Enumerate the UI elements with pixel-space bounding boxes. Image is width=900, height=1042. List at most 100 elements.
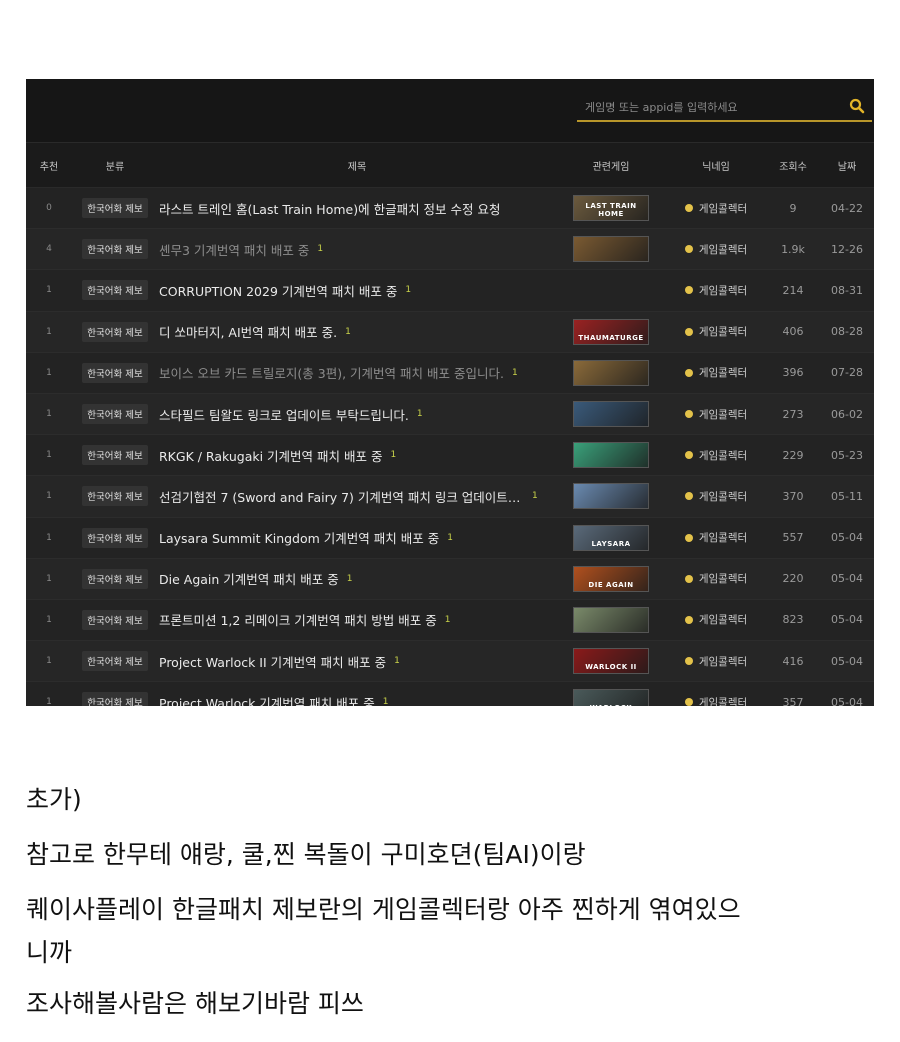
title-cell[interactable]: Project Warlock II 기계번역 패치 배포 중 1 — [158, 652, 556, 671]
table-row[interactable]: 1 한국어화 제보 Project Warlock 기계번역 패치 배포 중 1… — [26, 682, 874, 706]
game-thumbnail[interactable] — [573, 236, 649, 263]
game-thumbnail[interactable]: WARLOCK II — [573, 648, 649, 675]
table-row[interactable]: 1 한국어화 제보 선검기협전 7 (Sword and Fairy 7) 기계… — [26, 476, 874, 518]
title-cell[interactable]: Laysara Summit Kingdom 기계번역 패치 배포 중 1 — [158, 528, 556, 547]
post-title-link[interactable]: CORRUPTION 2029 기계번역 패치 배포 중 — [159, 281, 397, 300]
title-cell[interactable]: 디 쏘마터지, AI번역 패치 배포 중. 1 — [158, 322, 556, 341]
title-cell[interactable]: RKGK / Rakugaki 기계번역 패치 배포 중 1 — [158, 446, 556, 465]
post-title-link[interactable]: 셴무3 기계번역 패치 배포 중 — [159, 240, 309, 259]
author-cell[interactable]: 게임콜렉터 — [666, 654, 766, 669]
title-cell[interactable]: Project Warlock 기계번역 패치 배포 중 1 — [158, 693, 556, 706]
author-nickname[interactable]: 게임콜렉터 — [699, 612, 747, 627]
author-nickname[interactable]: 게임콜렉터 — [699, 571, 747, 586]
category-badge: 한국어화 제보 — [82, 445, 148, 466]
table-row[interactable]: 0 한국어화 제보 라스트 트레인 홈(Last Train Home)에 한글… — [26, 188, 874, 230]
recommend-count: 1 — [46, 532, 52, 543]
author-nickname[interactable]: 게임콜렉터 — [699, 242, 747, 257]
post-date: 05-11 — [831, 489, 863, 503]
author-cell[interactable]: 게임콜렉터 — [666, 530, 766, 545]
recommend-count: 1 — [46, 367, 52, 378]
author-nickname[interactable]: 게임콜렉터 — [699, 201, 747, 216]
post-title-link[interactable]: Project Warlock II 기계번역 패치 배포 중 — [159, 652, 386, 671]
table-row[interactable]: 1 한국어화 제보 Project Warlock II 기계번역 패치 배포 … — [26, 641, 874, 683]
game-thumbnail[interactable]: THAUMATURGE — [573, 318, 649, 345]
author-nickname[interactable]: 게임콜렉터 — [699, 283, 747, 298]
author-cell[interactable]: 게임콜렉터 — [666, 407, 766, 422]
post-title-link[interactable]: Laysara Summit Kingdom 기계번역 패치 배포 중 — [159, 528, 439, 547]
game-search-box — [577, 93, 872, 122]
author-cell[interactable]: 게임콜렉터 — [666, 283, 766, 298]
game-thumbnail[interactable]: LAYSARA — [573, 524, 649, 551]
title-cell[interactable]: Die Again 기계번역 패치 배포 중 1 — [158, 569, 556, 588]
post-title-link[interactable]: RKGK / Rakugaki 기계번역 패치 배포 중 — [159, 446, 382, 465]
title-cell[interactable]: 선검기협전 7 (Sword and Fairy 7) 기계번역 패치 링크 업… — [158, 487, 556, 506]
post-title-link[interactable]: 디 쏘마터지, AI번역 패치 배포 중. — [159, 322, 337, 341]
title-cell[interactable]: 라스트 트레인 홈(Last Train Home)에 한글패치 정보 수정 요… — [158, 199, 556, 218]
header-date[interactable]: 날짜 — [820, 158, 874, 173]
game-thumbnail[interactable] — [573, 483, 649, 510]
author-nickname[interactable]: 게임콜렉터 — [699, 530, 747, 545]
game-thumbnail[interactable] — [573, 442, 649, 469]
title-cell[interactable]: 보이스 오브 카드 트릴로지(총 3편), 기계번역 패치 배포 중입니다. 1 — [158, 363, 556, 382]
table-row[interactable]: 4 한국어화 제보 셴무3 기계번역 패치 배포 중 1 게임콜렉터 1.9k … — [26, 229, 874, 271]
post-title-link[interactable]: 라스트 트레인 홈(Last Train Home)에 한글패치 정보 수정 요… — [159, 199, 501, 218]
title-cell[interactable]: 셴무3 기계번역 패치 배포 중 1 — [158, 240, 556, 259]
post-title-link[interactable]: Project Warlock 기계번역 패치 배포 중 — [159, 693, 375, 706]
comment-line-5: 조사해볼사람은 해보기바람 피쓰 — [26, 989, 364, 1018]
table-row[interactable]: 1 한국어화 제보 Laysara Summit Kingdom 기계번역 패치… — [26, 517, 874, 559]
author-cell[interactable]: 게임콜렉터 — [666, 242, 766, 257]
author-cell[interactable]: 게임콜렉터 — [666, 324, 766, 339]
post-title-link[interactable]: 스타필드 팀왈도 링크로 업데이트 부탁드립니다. — [159, 405, 409, 424]
author-nickname[interactable]: 게임콜렉터 — [699, 407, 747, 422]
recommend-count: 1 — [46, 409, 52, 420]
user-level-icon — [684, 698, 693, 706]
table-row[interactable]: 1 한국어화 제보 RKGK / Rakugaki 기계번역 패치 배포 중 1… — [26, 435, 874, 477]
author-nickname[interactable]: 게임콜렉터 — [699, 448, 747, 463]
table-row[interactable]: 1 한국어화 제보 스타필드 팀왈도 링크로 업데이트 부탁드립니다. 1 게임… — [26, 393, 874, 436]
author-cell[interactable]: 게임콜렉터 — [666, 571, 766, 586]
title-cell[interactable]: 스타필드 팀왈도 링크로 업데이트 부탁드립니다. 1 — [158, 405, 556, 424]
table-row[interactable]: 1 한국어화 제보 Die Again 기계번역 패치 배포 중 1 DIE A… — [26, 558, 874, 600]
recommend-count: 1 — [46, 450, 52, 461]
author-cell[interactable]: 게임콜렉터 — [666, 365, 766, 380]
category-cell: 한국어화 제보 — [72, 527, 158, 548]
game-thumbnail[interactable] — [573, 359, 649, 386]
author-nickname[interactable]: 게임콜렉터 — [699, 654, 747, 669]
search-icon[interactable] — [848, 97, 866, 115]
view-count: 357 — [782, 695, 804, 706]
header-views[interactable]: 조회수 — [766, 158, 820, 173]
table-row[interactable]: 1 한국어화 제보 CORRUPTION 2029 기계번역 패치 배포 중 1… — [26, 270, 874, 312]
author-nickname[interactable]: 게임콜렉터 — [699, 489, 747, 504]
table-row[interactable]: 1 한국어화 제보 보이스 오브 카드 트릴로지(총 3편), 기계번역 패치 … — [26, 352, 874, 394]
user-level-icon — [684, 368, 693, 377]
game-search-input[interactable] — [583, 95, 837, 119]
category-cell: 한국어화 제보 — [72, 321, 158, 342]
author-nickname[interactable]: 게임콜렉터 — [699, 324, 747, 339]
game-thumbnail[interactable]: DIE AGAIN — [573, 565, 649, 592]
game-thumbnail[interactable]: WARLOCK — [573, 689, 649, 706]
table-row[interactable]: 1 한국어화 제보 디 쏘마터지, AI번역 패치 배포 중. 1 THAUMA… — [26, 311, 874, 353]
author-cell[interactable]: 게임콜렉터 — [666, 489, 766, 504]
post-title-link[interactable]: 선검기협전 7 (Sword and Fairy 7) 기계번역 패치 링크 업… — [159, 487, 524, 506]
game-thumbnail[interactable] — [573, 401, 649, 428]
header-recommend[interactable]: 추천 — [26, 158, 72, 173]
recommend-count: 1 — [46, 491, 52, 502]
user-level-icon — [684, 204, 693, 213]
post-title-link[interactable]: Die Again 기계번역 패치 배포 중 — [159, 569, 339, 588]
author-cell[interactable]: 게임콜렉터 — [666, 695, 766, 706]
author-cell[interactable]: 게임콜렉터 — [666, 448, 766, 463]
title-cell[interactable]: CORRUPTION 2029 기계번역 패치 배포 중 1 — [158, 281, 556, 300]
title-cell[interactable]: 프론트미션 1,2 리메이크 기계번역 패치 방법 배포 중 1 — [158, 610, 556, 629]
author-nickname[interactable]: 게임콜렉터 — [699, 365, 747, 380]
category-cell: 한국어화 제보 — [72, 568, 158, 589]
game-thumbnail[interactable]: LAST TRAIN HOME — [573, 195, 649, 222]
author-cell[interactable]: 게임콜렉터 — [666, 201, 766, 216]
author-nickname[interactable]: 게임콜렉터 — [699, 695, 747, 706]
header-nickname: 닉네임 — [702, 161, 730, 173]
table-row[interactable]: 1 한국어화 제보 프론트미션 1,2 리메이크 기계번역 패치 방법 배포 중… — [26, 599, 874, 642]
post-title-link[interactable]: 보이스 오브 카드 트릴로지(총 3편), 기계번역 패치 배포 중입니다. — [159, 363, 504, 382]
post-title-link[interactable]: 프론트미션 1,2 리메이크 기계번역 패치 방법 배포 중 — [159, 610, 437, 629]
related-game-cell: LAYSARA — [556, 524, 666, 551]
author-cell[interactable]: 게임콜렉터 — [666, 612, 766, 627]
game-thumbnail[interactable] — [573, 606, 649, 633]
